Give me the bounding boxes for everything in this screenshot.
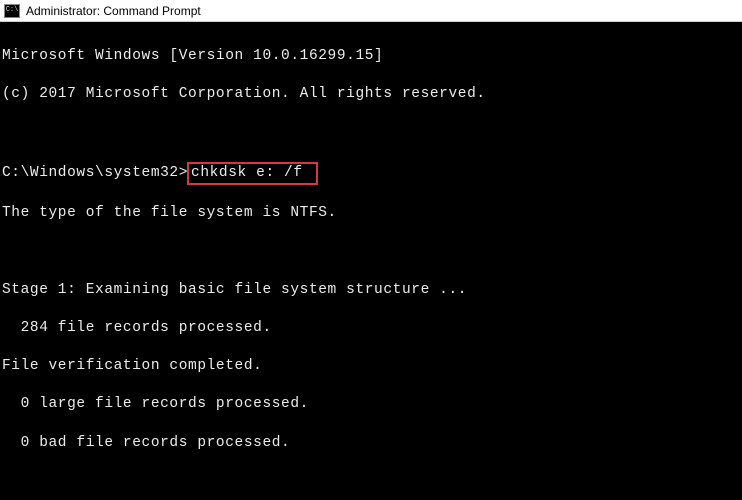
command-text: chkdsk e: /f [191,165,312,181]
window-title: Administrator: Command Prompt [26,4,201,18]
output-line: 0 bad file records processed. [2,434,740,453]
cmd-icon: C:\ [4,4,20,18]
prompt-line: C:\Windows\system32>chkdsk e: /f [2,162,740,185]
output-line: 0 large file records processed. [2,395,740,414]
blank-line [2,242,740,261]
output-line: Microsoft Windows [Version 10.0.16299.15… [2,47,740,66]
output-line: Stage 1: Examining basic file system str… [2,281,740,300]
command-highlight: chkdsk e: /f [187,162,318,185]
terminal-output[interactable]: Microsoft Windows [Version 10.0.16299.15… [0,22,742,500]
prompt-path: C:\Windows\system32> [2,165,188,181]
blank-line [2,472,740,491]
output-line: 284 file records processed. [2,319,740,338]
blank-line [2,124,740,143]
window-titlebar[interactable]: C:\ Administrator: Command Prompt [0,0,742,22]
output-line: (c) 2017 Microsoft Corporation. All righ… [2,85,740,104]
output-line: The type of the file system is NTFS. [2,204,740,223]
output-line: File verification completed. [2,357,740,376]
